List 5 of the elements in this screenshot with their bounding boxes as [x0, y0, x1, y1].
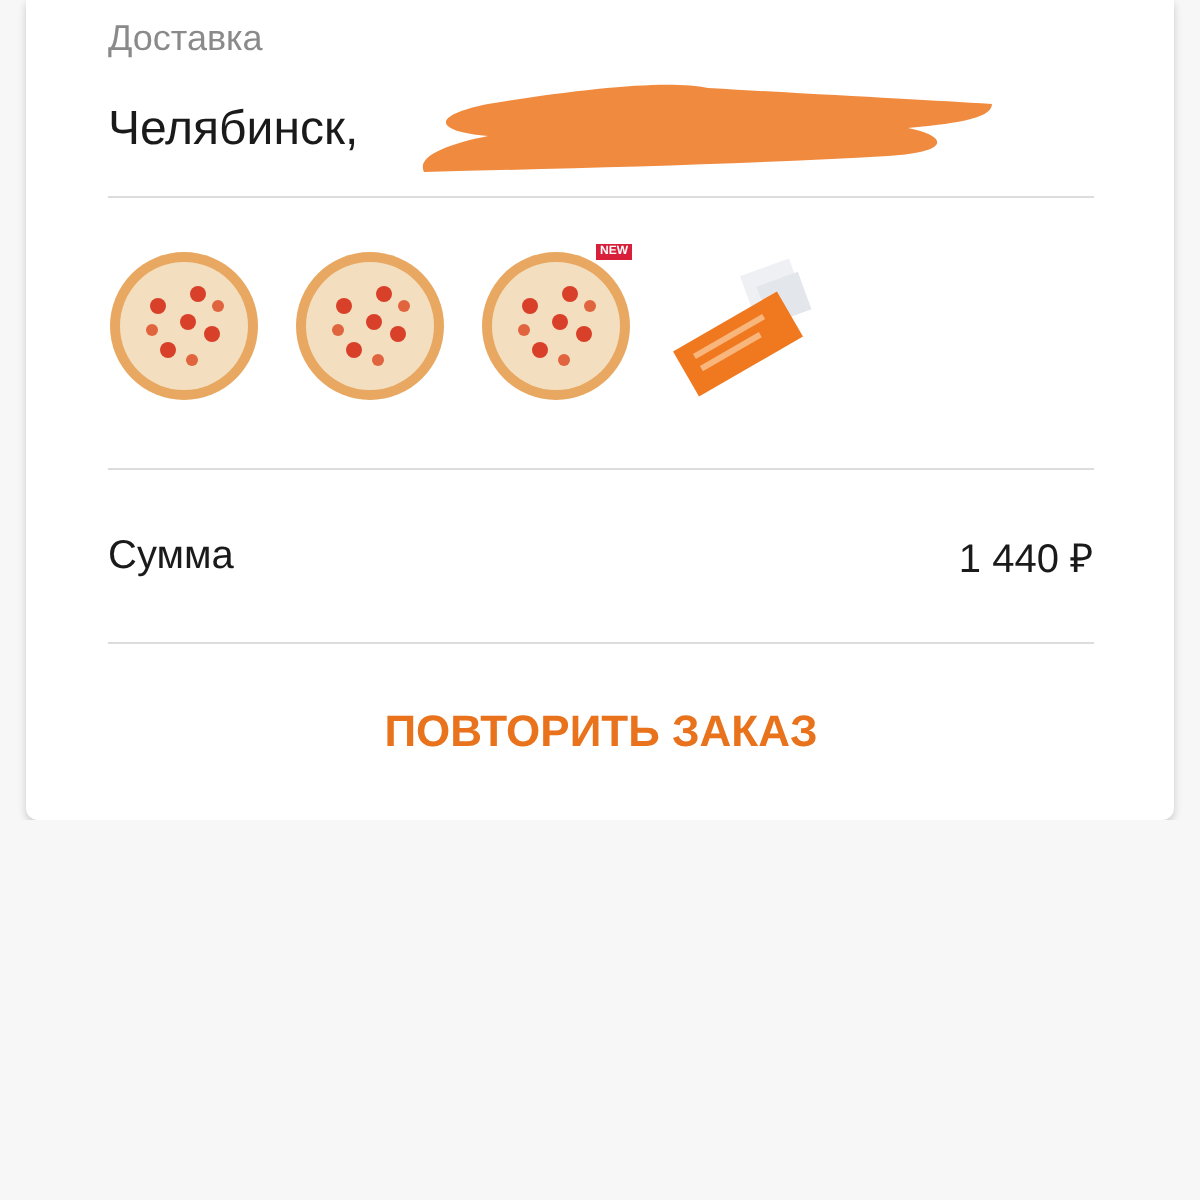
total-label: Сумма: [108, 533, 234, 579]
repeat-order-button[interactable]: ПОВТОРИТЬ ЗАКАЗ: [108, 644, 1094, 820]
total-value: 1 440 ₽: [958, 535, 1094, 583]
delivery-label: Доставка: [108, 16, 265, 62]
delivery-address: Челябинск,: [108, 102, 359, 158]
